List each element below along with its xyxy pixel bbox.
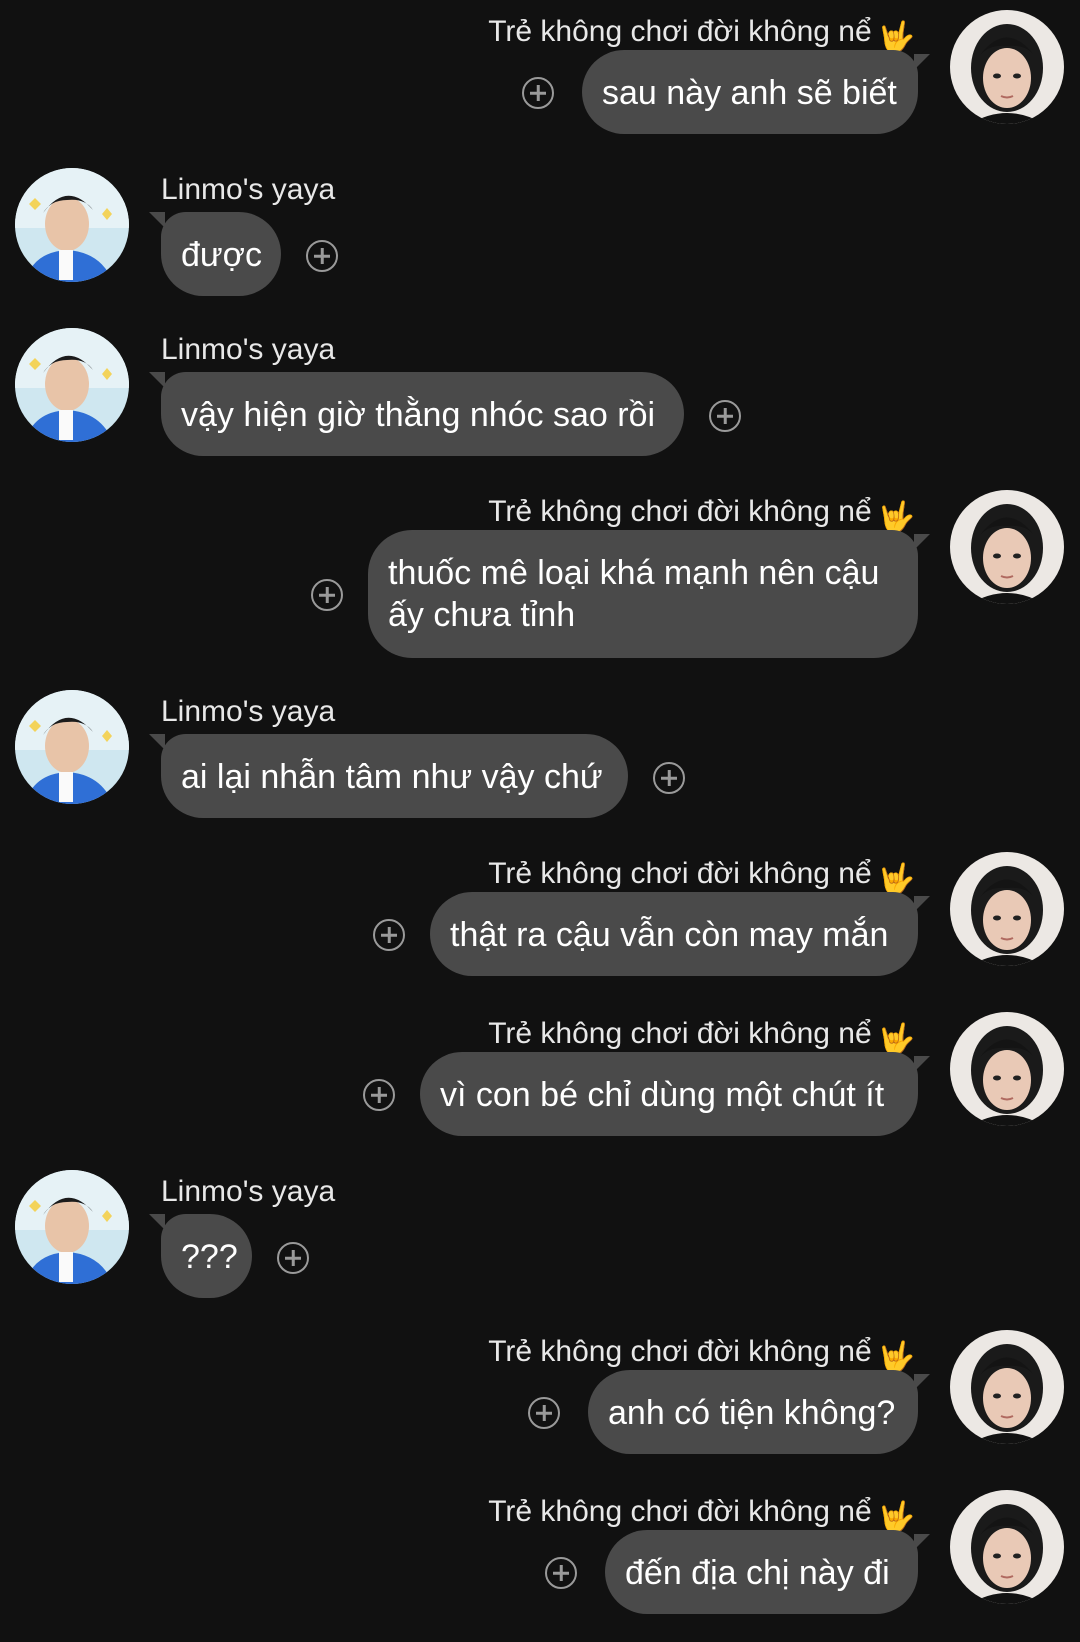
message-bubble[interactable]: được xyxy=(161,212,281,296)
avatar[interactable] xyxy=(15,1170,129,1284)
chat-thread: Trẻ không chơi đời không nể 🤟 sau này anh… xyxy=(0,0,1080,1642)
message-row: Trẻ không chơi đời không nể 🤟 đến địa chị… xyxy=(0,1490,1080,1615)
avatar[interactable] xyxy=(950,490,1064,604)
add-reaction-icon[interactable] xyxy=(653,762,685,794)
avatar[interactable] xyxy=(950,10,1064,124)
add-reaction-icon[interactable] xyxy=(522,77,554,109)
add-reaction-icon[interactable] xyxy=(545,1557,577,1589)
add-reaction-icon[interactable] xyxy=(709,400,741,432)
message-bubble[interactable]: vậy hiện giờ thằng nhóc sao rồi xyxy=(161,372,684,456)
avatar[interactable] xyxy=(15,328,129,442)
message-bubble[interactable]: thuốc mê loại khá mạnh nên cậu ấy chưa t… xyxy=(368,530,918,658)
message-row: Trẻ không chơi đời không nể 🤟 thật ra cậu… xyxy=(0,852,1080,977)
add-reaction-icon[interactable] xyxy=(363,1079,395,1111)
message-row: Trẻ không chơi đời không nể 🤟 anh có tiện… xyxy=(0,1330,1080,1455)
message-bubble[interactable]: ai lại nhẫn tâm như vậy chứ xyxy=(161,734,628,818)
message-bubble[interactable]: thật ra cậu vẫn còn may mắn xyxy=(430,892,918,976)
message-row: Trẻ không chơi đời không nể 🤟 vì con bé c… xyxy=(0,1012,1080,1137)
sender-name: Linmo's yaya xyxy=(161,333,336,366)
message-row: Trẻ không chơi đời không nể 🤟 thuốc mê lo… xyxy=(0,490,1080,662)
message-row: Linmo's yaya được xyxy=(0,168,1080,296)
message-bubble[interactable]: anh có tiện không? xyxy=(588,1370,918,1454)
message-row: Linmo's yaya ??? xyxy=(0,1170,1080,1298)
message-row: Linmo's yaya ai lại nhẫn tâm như vậy chứ xyxy=(0,690,1080,818)
sender-name: Linmo's yaya xyxy=(161,695,336,728)
add-reaction-icon[interactable] xyxy=(277,1242,309,1274)
avatar[interactable] xyxy=(950,1330,1064,1444)
sender-name: Linmo's yaya xyxy=(161,173,336,206)
avatar[interactable] xyxy=(950,852,1064,966)
add-reaction-icon[interactable] xyxy=(311,579,343,611)
message-bubble[interactable]: sau này anh sẽ biết xyxy=(582,50,918,134)
message-bubble[interactable]: ??? xyxy=(161,1214,252,1298)
avatar[interactable] xyxy=(15,690,129,804)
sender-name: Linmo's yaya xyxy=(161,1175,336,1208)
add-reaction-icon[interactable] xyxy=(373,919,405,951)
avatar[interactable] xyxy=(950,1490,1064,1604)
message-bubble[interactable]: vì con bé chỉ dùng một chút ít xyxy=(420,1052,918,1136)
add-reaction-icon[interactable] xyxy=(528,1397,560,1429)
message-row: Linmo's yaya vậy hiện giờ thằng nhóc sao… xyxy=(0,328,1080,456)
avatar[interactable] xyxy=(950,1012,1064,1126)
avatar[interactable] xyxy=(15,168,129,282)
message-bubble[interactable]: đến địa chị này đi xyxy=(605,1530,918,1614)
message-row: Trẻ không chơi đời không nể 🤟 sau này anh… xyxy=(0,10,1080,135)
add-reaction-icon[interactable] xyxy=(306,240,338,272)
